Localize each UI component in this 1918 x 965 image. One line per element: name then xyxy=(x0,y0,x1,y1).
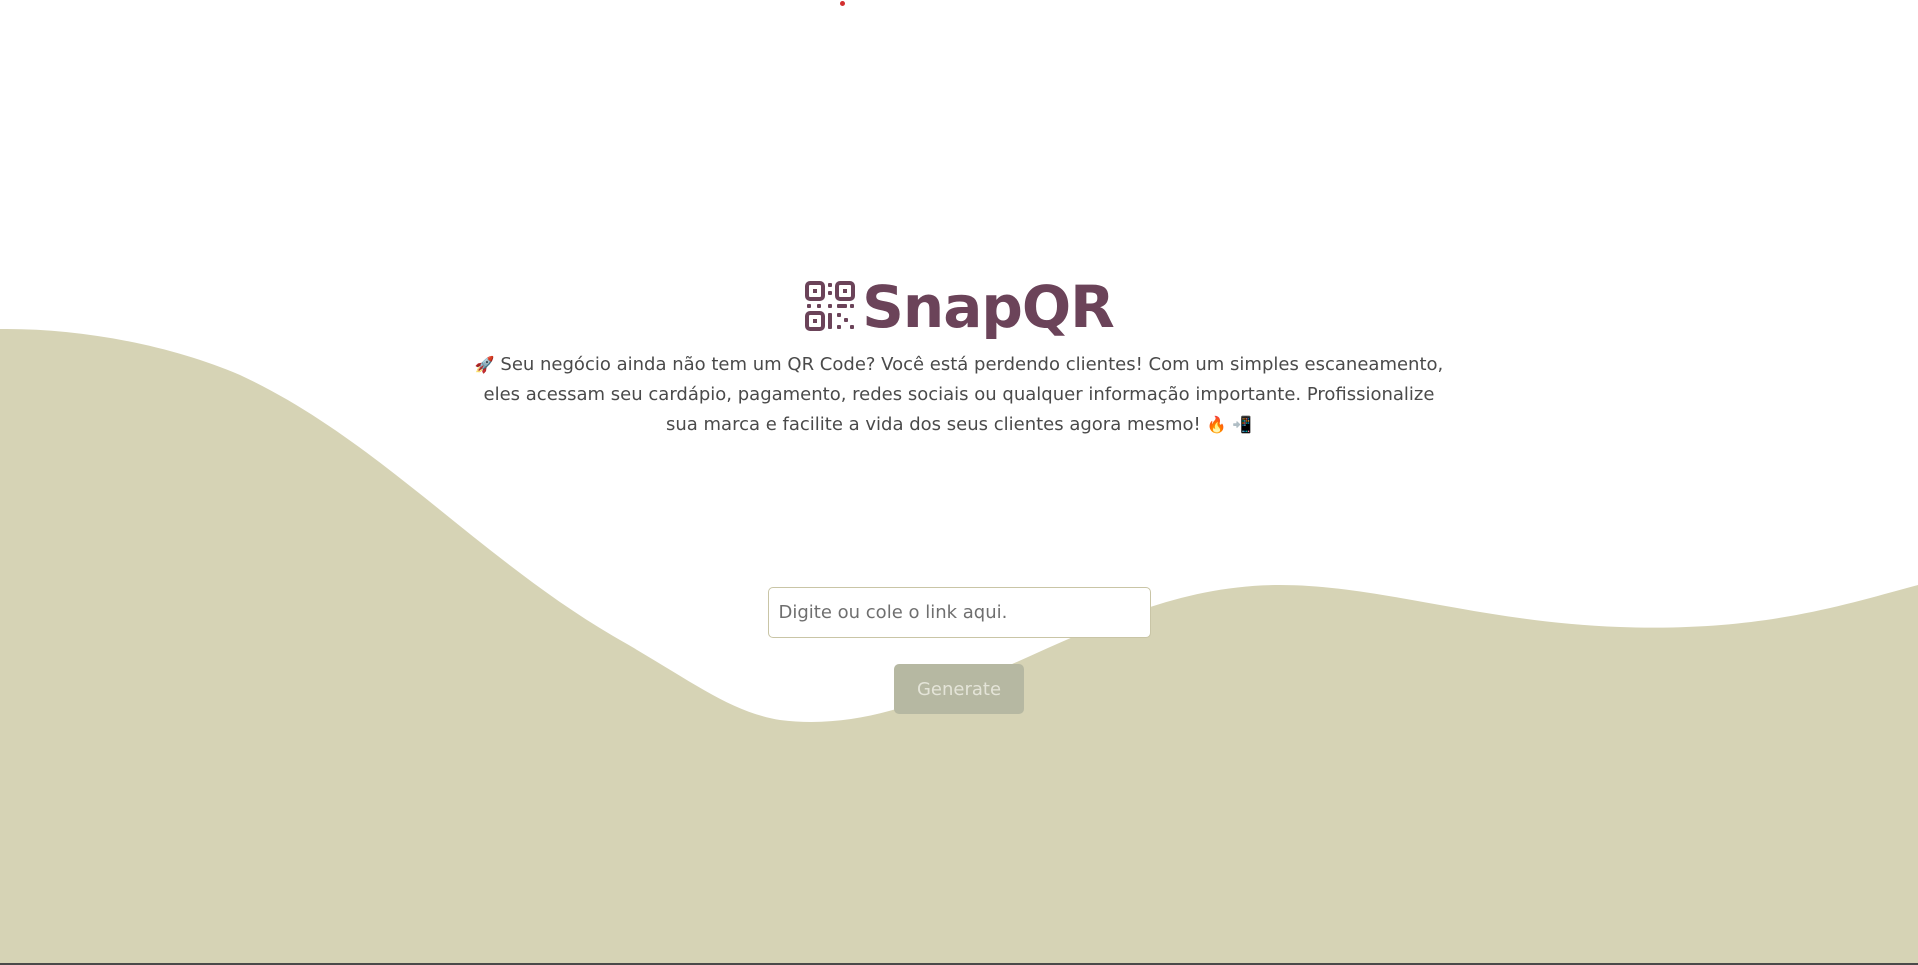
app-title: SnapQR xyxy=(862,273,1115,341)
generate-button[interactable]: Generate xyxy=(894,664,1024,714)
rocket-icon: 🚀 xyxy=(474,355,495,374)
description-text: Seu negócio ainda não tem um QR Code? Vo… xyxy=(483,354,1444,435)
background-wave xyxy=(0,328,1918,965)
qr-form: Generate xyxy=(0,587,1918,714)
link-input[interactable] xyxy=(767,587,1151,638)
phone-icon: 📲 xyxy=(1232,415,1253,434)
page: SnapQR 🚀 Seu negócio ainda não tem um QR… xyxy=(0,0,1918,965)
hero-description: 🚀 Seu negócio ainda não tem um QR Code? … xyxy=(474,350,1444,440)
qr-code-icon xyxy=(805,281,856,331)
brand: SnapQR xyxy=(804,272,1115,342)
fire-icon: 🔥 xyxy=(1206,415,1227,434)
hero: SnapQR 🚀 Seu negócio ainda não tem um QR… xyxy=(0,272,1918,440)
status-dot xyxy=(840,1,845,6)
